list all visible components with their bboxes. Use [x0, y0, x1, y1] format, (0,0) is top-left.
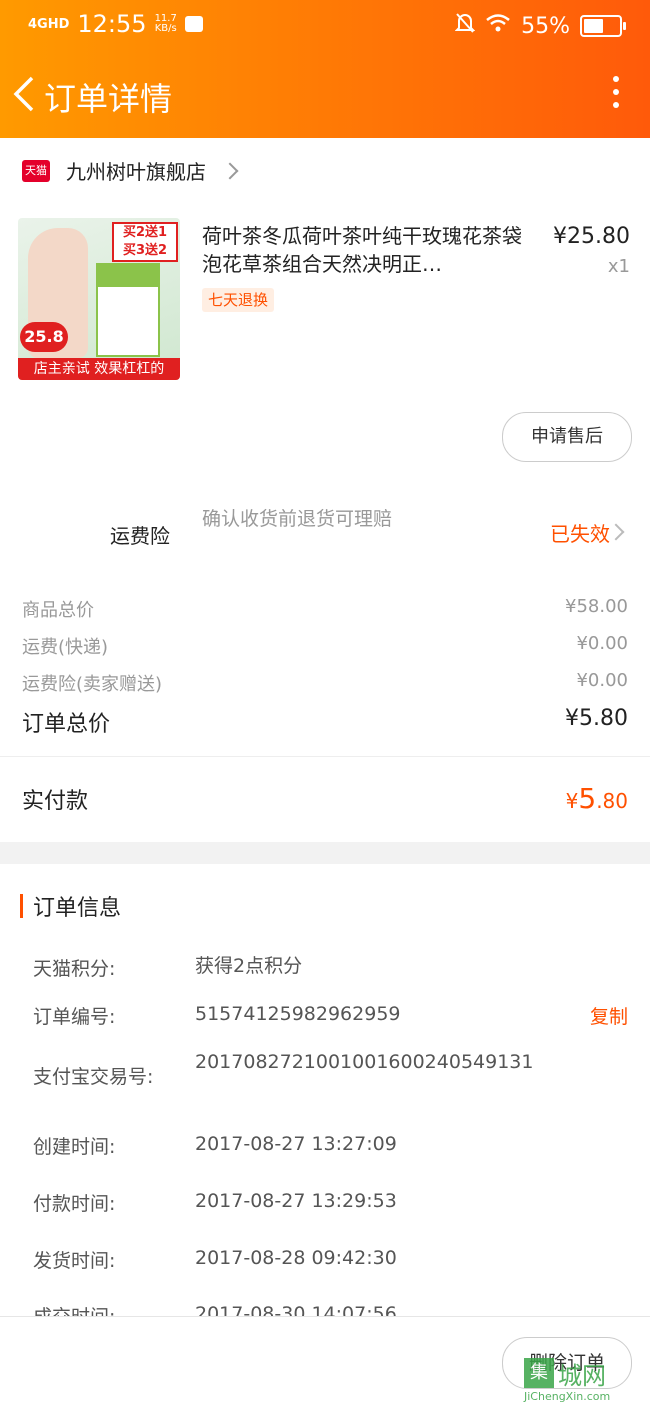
paid-currency: ¥ — [565, 789, 579, 813]
more-menu-icon[interactable] — [610, 76, 622, 116]
fee-value: ¥0.00 — [576, 633, 628, 654]
paid-label: 实付款 — [22, 789, 89, 814]
paid-amount: ¥5.80 — [566, 782, 628, 815]
info-value: 获得2点积分 — [195, 955, 303, 977]
fee-label: 运费险(卖家赠送) — [22, 674, 163, 695]
fee-row: 商品总价 ¥58.00 — [22, 596, 628, 622]
watermark-url: JiChengXin.com — [524, 1390, 611, 1403]
fee-label: 运费(快递) — [22, 637, 109, 658]
order-card: 天猫 九州树叶旗舰店 买2送1 买3送2 25.8元 店主亲试 效果杠杠的 荷叶… — [0, 138, 650, 842]
promo-sticker: 买2送1 买3送2 — [112, 222, 178, 262]
after-sale-button[interactable]: 申请售后 — [502, 412, 632, 462]
fee-value: ¥58.00 — [565, 596, 628, 617]
net-speed-unit: KB/s — [154, 23, 177, 34]
tmall-icon: 天猫 — [22, 159, 50, 182]
order-total-row: 订单总价 ¥5.80 — [22, 706, 628, 738]
info-label: 付款时间: — [33, 1193, 116, 1215]
back-arrow-icon[interactable] — [10, 72, 40, 116]
network-indicator: 4GHD — [28, 16, 70, 32]
watermark-text: 城网 — [558, 1362, 606, 1390]
bag-notification-icon — [184, 16, 203, 32]
copy-order-number-button[interactable]: 复制 — [590, 1002, 628, 1029]
order-info-title: 订单信息 — [33, 896, 122, 921]
info-row-alipay-number: 支付宝交易号: 2017082721001001600240549131 — [33, 1050, 633, 1106]
promo-line-1: 买2送1 — [122, 225, 168, 240]
image-footer-text: 店主亲试 效果杠杠的 — [18, 358, 180, 380]
chevron-right-icon — [607, 523, 625, 541]
info-label: 发货时间: — [33, 1250, 116, 1272]
insurance-description: 确认收货前退货可理赔 — [202, 508, 393, 530]
info-value: 2017-08-27 13:29:53 — [195, 1190, 397, 1212]
order-info-card: 订单信息 天猫积分: 获得2点积分 订单编号: 5157412598296295… — [0, 864, 650, 1316]
net-speed: 11.7 KB/s — [155, 14, 177, 34]
status-bar: 4GHD 12:55 11.7 KB/s 55% — [0, 0, 650, 52]
info-value: 2017-08-28 09:42:30 — [195, 1247, 397, 1269]
watermark: 集 城网 JiChengXin.com — [524, 1356, 644, 1406]
insurance-label: 运费险 — [110, 524, 170, 548]
info-value: 2017-08-27 13:27:09 — [195, 1133, 397, 1155]
mute-bell-icon — [454, 12, 476, 40]
product-price: ¥25.80 — [553, 224, 630, 249]
heading-accent-bar — [20, 894, 23, 918]
fee-row: 运费(快递) ¥0.00 — [22, 633, 628, 659]
store-link[interactable]: 天猫 九州树叶旗舰店 — [22, 156, 239, 185]
watermark-logo-icon: 集 — [524, 1358, 554, 1388]
divider — [0, 756, 650, 757]
fee-row: 运费险(卖家赠送) ¥0.00 — [22, 670, 628, 696]
fee-value: ¥0.00 — [576, 670, 628, 691]
insurance-status: 已失效 — [550, 522, 610, 546]
order-total-label: 订单总价 — [22, 712, 111, 737]
paid-integer: 5 — [578, 782, 597, 815]
store-name: 九州树叶旗舰店 — [66, 160, 206, 184]
info-value: 2017082721001001600240549131 — [195, 1051, 534, 1073]
product-quantity: x1 — [607, 256, 630, 277]
info-value: 51574125982962959 — [195, 1003, 401, 1025]
return-policy-tag: 七天退换 — [202, 288, 275, 312]
image-price-badge: 25.8元 — [20, 322, 68, 376]
battery-icon — [580, 15, 626, 37]
info-label: 天猫积分: — [33, 958, 116, 980]
wifi-icon — [485, 13, 511, 39]
paid-row: 实付款 ¥5.80 — [22, 782, 628, 815]
order-info-heading: 订单信息 — [20, 890, 121, 922]
order-total-value: ¥5.80 — [565, 706, 628, 731]
clock: 12:55 — [77, 10, 147, 38]
chevron-right-icon — [221, 162, 239, 179]
info-label: 支付宝交易号: — [33, 1066, 154, 1088]
info-label: 订单编号: — [33, 1006, 116, 1028]
battery-percent: 55% — [521, 13, 570, 39]
nav-bar: 订单详情 — [0, 52, 650, 138]
paid-decimal: .80 — [596, 789, 628, 813]
info-value: 2017-08-30 14:07:56 — [195, 1303, 397, 1316]
product-title[interactable]: 荷叶茶冬瓜荷叶茶叶纯干玫瑰花茶袋泡花草茶组合天然决明正… — [202, 222, 534, 278]
promo-line-2: 买3送2 — [122, 243, 168, 258]
product-image[interactable]: 买2送1 买3送2 25.8元 店主亲试 效果杠杠的 — [18, 218, 180, 380]
tea-package — [96, 263, 160, 357]
info-label: 成交时间: — [33, 1302, 193, 1316]
page-title: 订单详情 — [44, 80, 173, 118]
info-label: 创建时间: — [33, 1136, 116, 1158]
fee-label: 商品总价 — [22, 600, 94, 621]
shipping-insurance-row[interactable]: 运费险 确认收货前退货可理赔 已失效 — [0, 498, 650, 568]
